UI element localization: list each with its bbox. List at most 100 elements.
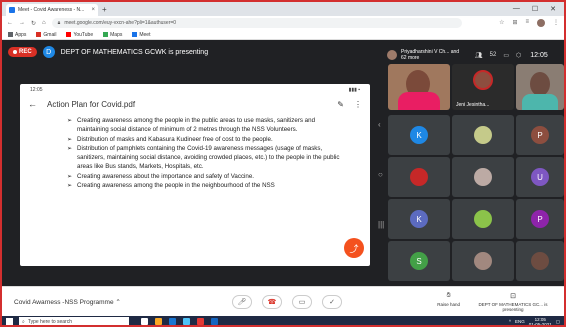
- bookmark-youtube[interactable]: YouTube: [66, 32, 93, 38]
- tray-chevron-icon[interactable]: ^: [509, 319, 511, 324]
- forward-icon[interactable]: →: [19, 20, 25, 26]
- shared-screen: 12:05 ▮▮▮ ▪ ← Action Plan for Covid.pdf …: [20, 84, 370, 266]
- pdf-bullet: Creating awareness among the people in t…: [67, 181, 344, 191]
- participant-tile[interactable]: [516, 241, 564, 281]
- browser-tab[interactable]: Meet - Covid Awareness - N... ×: [6, 4, 98, 16]
- collapse-chevron-icon[interactable]: ‹: [378, 120, 381, 129]
- share-icon[interactable]: ⤴: [344, 238, 364, 258]
- meeting-clock: 12:05: [530, 51, 548, 59]
- bookmark-meet[interactable]: Meet: [132, 32, 150, 38]
- taskbar-clock[interactable]: 12:05 01-05-2021: [529, 317, 552, 326]
- activities-icon[interactable]: ⬡: [516, 52, 521, 59]
- participant-tile[interactable]: U: [516, 157, 564, 197]
- pdf-back-icon[interactable]: ←: [28, 99, 37, 109]
- file-explorer-icon[interactable]: [155, 318, 162, 325]
- captions-button[interactable]: ✓: [322, 294, 342, 309]
- word-icon[interactable]: [211, 318, 218, 325]
- meeting-title[interactable]: Covid Awarness -NSS Programme ⌃: [14, 298, 214, 306]
- presenter-avatar: D: [42, 46, 55, 58]
- edge-icon[interactable]: [169, 318, 176, 325]
- tile-avatar: K: [410, 210, 428, 228]
- video-tile[interactable]: [516, 64, 564, 110]
- windows-start-icon[interactable]: [6, 318, 13, 325]
- task-view-icon[interactable]: [141, 318, 148, 325]
- participant-tile[interactable]: [388, 157, 450, 197]
- participant-tile[interactable]: K: [388, 199, 450, 239]
- url-bar[interactable]: 🔒︎ meet.google.com/euy-vxcn-ahe?pli=1&au…: [51, 18, 462, 28]
- tab-close-icon[interactable]: ×: [91, 7, 95, 13]
- microphone-button[interactable]: 🎤︎: [232, 294, 252, 309]
- tile-avatar: [531, 252, 549, 270]
- gmail-icon: [36, 32, 42, 37]
- minimize-icon[interactable]: —: [513, 5, 520, 13]
- lock-icon: 🔒︎: [57, 20, 61, 26]
- maximize-icon[interactable]: ☐: [532, 5, 538, 13]
- camera-icon: ▭: [298, 298, 306, 306]
- browser-tab-bar: Meet - Covid Awareness - N... × + — ☐ ✕: [2, 2, 564, 16]
- recording-badge: REC: [8, 47, 37, 57]
- meet-stage: REC D DEPT OF MATHEMATICS GCWK is presen…: [2, 40, 564, 286]
- profile-avatar[interactable]: [537, 19, 545, 27]
- participant-tile[interactable]: P: [516, 199, 564, 239]
- home-icon[interactable]: ⌂: [42, 20, 46, 26]
- participant-tile[interactable]: [452, 157, 514, 197]
- presenting-button[interactable]: ⊡ DEPT OF MATHEMATICS GC... is presenting: [478, 292, 548, 312]
- tile-avatar: [474, 252, 492, 270]
- bookmark-gmail[interactable]: Gmail: [36, 32, 56, 38]
- video-tile[interactable]: [388, 64, 450, 110]
- pdf-bullet: Creating awareness among the people in t…: [67, 116, 344, 135]
- tab-title: Meet - Covid Awareness - N...: [18, 7, 85, 13]
- bookmarks-bar: Apps Gmail YouTube Maps Meet: [2, 30, 564, 40]
- reload-icon[interactable]: ↻: [31, 20, 36, 27]
- close-window-icon[interactable]: ✕: [550, 5, 556, 13]
- participant-tile[interactable]: [452, 241, 514, 281]
- taskbar-apps: [141, 318, 218, 325]
- back-icon[interactable]: ←: [7, 20, 13, 26]
- participant-tile[interactable]: P: [516, 115, 564, 155]
- camera-button[interactable]: ▭: [292, 294, 312, 309]
- participants-summary: Priyadharshini V Ch... and 62 more: [401, 49, 460, 61]
- extension-icon[interactable]: ⊞: [512, 19, 517, 27]
- windows-taskbar: ⌕ Type here to search ^ ENG 12:05 01-05-20…: [2, 316, 564, 326]
- lang-indicator[interactable]: ENG: [515, 319, 525, 324]
- participant-tile[interactable]: [452, 199, 514, 239]
- youtube-icon: [66, 32, 72, 37]
- apps-grid-icon: [8, 32, 13, 37]
- pdf-menu-icon[interactable]: ⋮: [354, 100, 362, 109]
- people-icon[interactable]: 👥︎: [475, 52, 483, 59]
- participant-tile[interactable]: S: [388, 241, 450, 281]
- edit-pencil-icon[interactable]: ✎: [337, 100, 344, 109]
- record-dot-icon: [13, 50, 17, 54]
- reading-list-icon[interactable]: ≡: [525, 19, 529, 27]
- tile-name-label: Jeni Jesintha...: [456, 102, 490, 108]
- chat-icon[interactable]: ▭: [503, 52, 509, 59]
- system-tray: ^ ENG 12:05 01-05-2021 ▢: [509, 317, 560, 326]
- tile-avatar: P: [531, 210, 549, 228]
- notification-icon[interactable]: ▢: [556, 319, 560, 325]
- bookmark-apps[interactable]: Apps: [8, 32, 26, 38]
- tile-avatar: K: [410, 126, 428, 144]
- chrome-icon[interactable]: [197, 318, 204, 325]
- search-icon: ⌕: [22, 318, 25, 325]
- new-tab-button[interactable]: +: [102, 5, 107, 14]
- tile-avatar: [474, 126, 492, 144]
- bookmark-maps[interactable]: Maps: [103, 32, 122, 38]
- side-lines-icon[interactable]: |||: [378, 220, 384, 229]
- side-circle-icon[interactable]: ○: [378, 170, 383, 179]
- participant-body: [398, 92, 440, 110]
- store-icon[interactable]: [183, 318, 190, 325]
- video-tile-main[interactable]: Jeni Jesintha...: [452, 64, 514, 110]
- menu-kebab-icon[interactable]: ⋮: [553, 19, 559, 27]
- presenting-banner: REC D DEPT OF MATHEMATICS GCWK is presen…: [8, 46, 208, 58]
- taskbar-search[interactable]: ⌕ Type here to search: [19, 317, 129, 325]
- right-controls: ✋︎ Raise hand ⊡ DEPT OF MATHEMATICS GC... …: [437, 292, 548, 312]
- presenting-text: DEPT OF MATHEMATICS GCWK is presenting: [60, 48, 209, 56]
- meet-top-right-panel: Priyadharshini V Ch... and 62 more 👥︎ 52…: [387, 46, 564, 64]
- hand-icon: ✋︎: [446, 291, 451, 299]
- participant-tile[interactable]: [452, 115, 514, 155]
- raise-hand-button[interactable]: ✋︎ Raise hand: [437, 292, 460, 312]
- leave-call-button[interactable]: ☎︎: [262, 294, 282, 309]
- bookmark-star-icon[interactable]: ☆: [499, 19, 504, 27]
- participant-count: 52: [489, 52, 497, 58]
- participant-tile[interactable]: K: [388, 115, 450, 155]
